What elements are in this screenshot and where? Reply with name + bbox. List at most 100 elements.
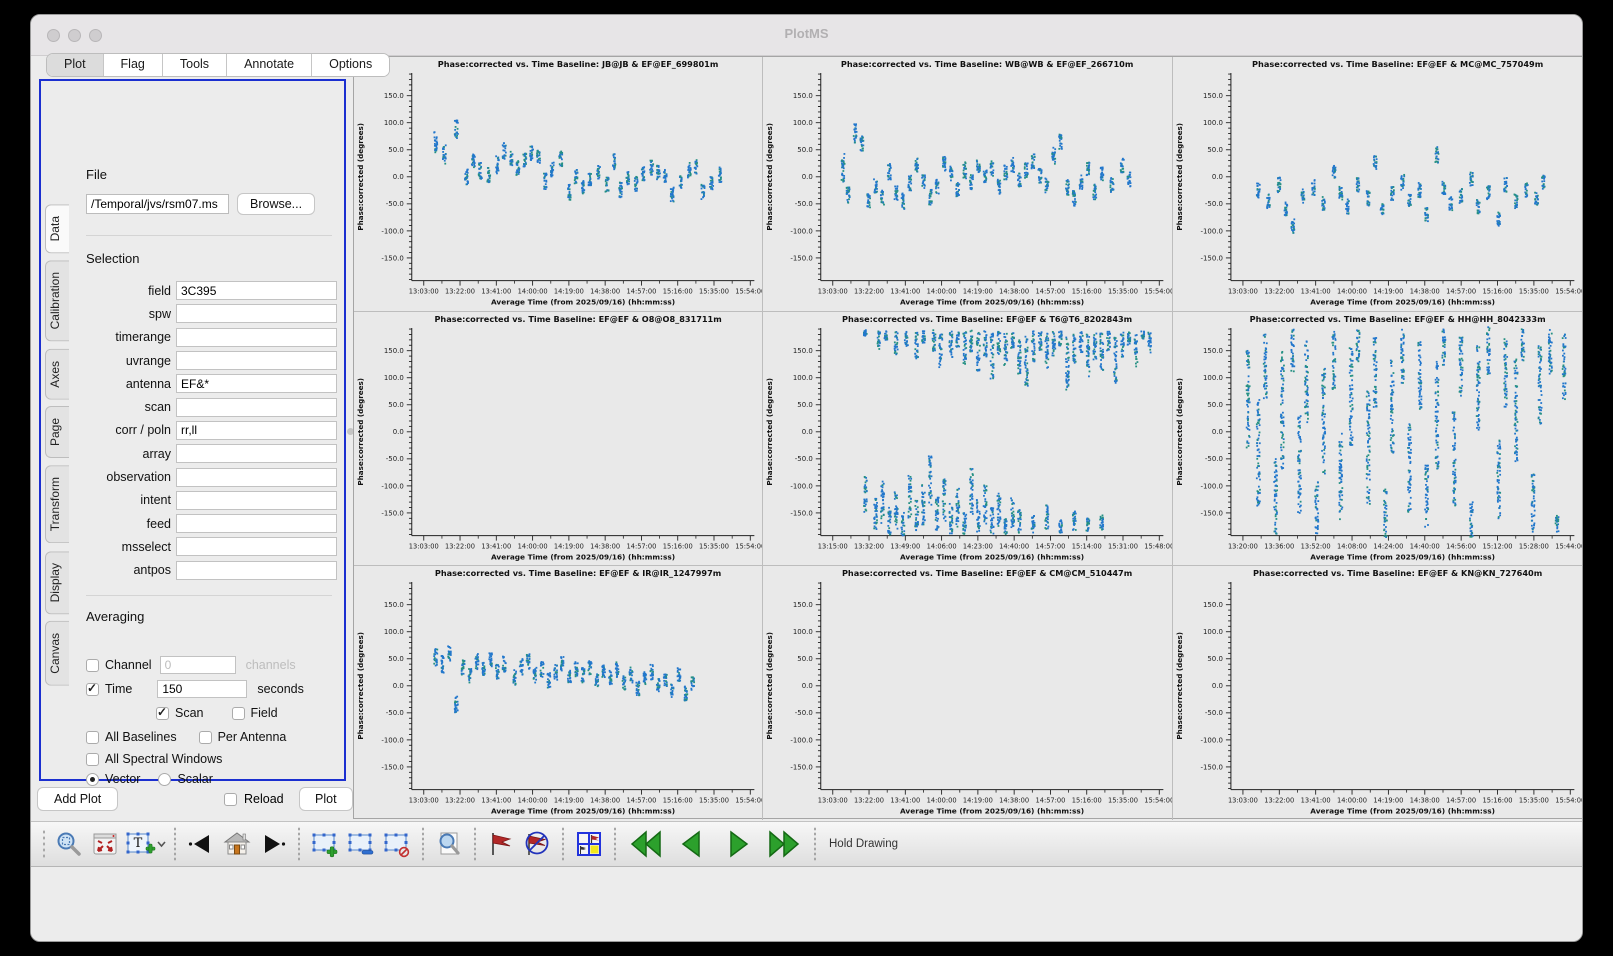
zoom-page-icon[interactable]	[431, 826, 467, 862]
selection-timerange-input[interactable]	[176, 328, 337, 347]
plot-cell-4[interactable]: Phase:corrected vs. Time Baseline: EF@EF…	[354, 312, 763, 567]
back-icon[interactable]	[183, 826, 219, 862]
first-plot-icon[interactable]	[623, 826, 669, 862]
sidebar-tab-calibration[interactable]: Calibration	[45, 260, 69, 341]
per-antenna-checkbox[interactable]	[199, 731, 212, 744]
vector-radio[interactable]	[86, 773, 99, 786]
sidebar-tab-display[interactable]: Display	[45, 551, 69, 614]
ms-file-input[interactable]	[86, 194, 229, 214]
selection-scan-input[interactable]	[176, 398, 337, 417]
selection-array-input[interactable]	[176, 444, 337, 463]
svg-text:-100.0: -100.0	[381, 482, 403, 490]
svg-text:Phase:corrected vs. Time Basel: Phase:corrected vs. Time Baseline: EF@EF…	[434, 314, 721, 324]
home-icon[interactable]	[219, 826, 255, 862]
per-antenna-label: Per Antenna	[218, 730, 287, 744]
selection-field-label: antpos	[79, 563, 176, 577]
last-plot-icon[interactable]	[761, 826, 807, 862]
annotate-text-icon[interactable]: T	[123, 826, 167, 862]
unflag-icon[interactable]	[519, 826, 555, 862]
hold-drawing-label[interactable]: Hold Drawing	[829, 838, 898, 850]
channel-average-checkbox[interactable]	[86, 659, 99, 672]
plot-cell-2[interactable]: Phase:corrected vs. Time Baseline: WB@WB…	[763, 57, 1172, 312]
scan-checkbox[interactable]	[156, 707, 169, 720]
browse-button[interactable]: Browse...	[237, 193, 315, 215]
svg-text:14:00:00: 14:00:00	[518, 542, 548, 550]
selection-observation-input[interactable]	[176, 468, 337, 487]
sidebar-tab-page[interactable]: Page	[45, 406, 69, 458]
mark-region-add-icon[interactable]	[307, 826, 343, 862]
time-value-input[interactable]	[157, 680, 247, 698]
sidebar-tab-data[interactable]: Data	[45, 204, 69, 253]
svg-text:50.0: 50.0	[798, 146, 814, 154]
plot-cell-6[interactable]: Phase:corrected vs. Time Baseline: EF@EF…	[1173, 312, 1582, 567]
mark-region-subtract-icon[interactable]	[343, 826, 379, 862]
selection-corrpoln-input[interactable]	[176, 421, 337, 440]
svg-text:50.0: 50.0	[798, 401, 814, 409]
selection-row: antpos	[79, 559, 337, 582]
locate-grid-icon[interactable]	[571, 826, 607, 862]
svg-text:-50.0: -50.0	[386, 455, 404, 463]
scan-label: Scan	[175, 706, 204, 720]
zoom-tool-icon[interactable]	[51, 826, 87, 862]
scalar-radio[interactable]	[158, 773, 171, 786]
sidebar-tab-canvas[interactable]: Canvas	[45, 621, 69, 686]
tab-tools[interactable]: Tools	[163, 54, 227, 76]
svg-text:14:19:00: 14:19:00	[554, 288, 584, 296]
selection-uvrange-input[interactable]	[176, 351, 337, 370]
previous-plot-icon[interactable]	[669, 826, 715, 862]
selection-antpos-input[interactable]	[176, 561, 337, 580]
toolbar-separator	[614, 827, 616, 861]
svg-text:-50.0: -50.0	[386, 200, 404, 208]
toolbar-separator	[174, 827, 176, 861]
all-spectral-windows-label: All Spectral Windows	[105, 752, 222, 766]
selection-row: field	[79, 279, 337, 302]
sidebar-tab-axes[interactable]: Axes	[45, 349, 69, 400]
plot-cell-8[interactable]: Phase:corrected vs. Time Baseline: EF@EF…	[763, 566, 1172, 820]
svg-text:-100.0: -100.0	[1200, 482, 1222, 490]
plot-cell-9[interactable]: Phase:corrected vs. Time Baseline: EF@EF…	[1173, 566, 1582, 820]
all-baselines-checkbox[interactable]	[86, 731, 99, 744]
plot-cell-1[interactable]: Phase:corrected vs. Time Baseline: JB@JB…	[354, 57, 763, 312]
time-average-checkbox[interactable]	[86, 683, 99, 696]
plot-cell-5[interactable]: Phase:corrected vs. Time Baseline: EF@EF…	[763, 312, 1172, 567]
selection-field-label: feed	[79, 517, 176, 531]
toolbar-grip[interactable]	[41, 829, 47, 859]
selection-spw-input[interactable]	[176, 304, 337, 323]
tab-annotate[interactable]: Annotate	[227, 54, 312, 76]
selection-field-input[interactable]	[176, 281, 337, 300]
plot-button[interactable]: Plot	[299, 787, 353, 811]
expand-window-icon[interactable]	[87, 826, 123, 862]
plot-cell-3[interactable]: Phase:corrected vs. Time Baseline: EF@EF…	[1173, 57, 1582, 312]
svg-text:14:57:00: 14:57:00	[626, 288, 656, 296]
toolbar-separator	[298, 827, 300, 861]
sidebar-tab-transform[interactable]: Transform	[45, 465, 69, 543]
plot-cell-7[interactable]: Phase:corrected vs. Time Baseline: EF@EF…	[354, 566, 763, 820]
selection-intent-input[interactable]	[176, 491, 337, 510]
flag-icon[interactable]	[483, 826, 519, 862]
svg-text:50.0: 50.0	[388, 401, 404, 409]
channel-value-input[interactable]	[160, 656, 236, 674]
mark-region-clear-icon[interactable]	[379, 826, 415, 862]
svg-text:50.0: 50.0	[1207, 401, 1223, 409]
svg-text:14:38:00: 14:38:00	[590, 288, 620, 296]
tab-plot[interactable]: Plot	[47, 54, 104, 76]
tab-flag[interactable]: Flag	[104, 54, 163, 76]
tab-options[interactable]: Options	[312, 54, 389, 76]
forward-icon[interactable]	[255, 826, 291, 862]
selection-field-label: array	[79, 447, 176, 461]
selection-msselect-input[interactable]	[176, 537, 337, 556]
svg-text:Average Time (from 2025/09/16): Average Time (from 2025/09/16) (hh:mm:ss…	[900, 552, 1084, 561]
selection-antenna-input[interactable]	[176, 374, 337, 393]
next-plot-icon[interactable]	[715, 826, 761, 862]
reload-checkbox[interactable]	[224, 793, 237, 806]
all-spectral-windows-checkbox[interactable]	[86, 753, 99, 766]
svg-text:14:19:00: 14:19:00	[554, 542, 584, 550]
averaging-controls: Channel channels Time seconds Scan Field…	[86, 653, 338, 789]
add-plot-button[interactable]: Add Plot	[37, 787, 118, 811]
svg-text:Average Time (from 2025/09/16): Average Time (from 2025/09/16) (hh:mm:ss…	[491, 298, 675, 307]
selection-feed-input[interactable]	[176, 514, 337, 533]
field-checkbox[interactable]	[232, 707, 245, 720]
averaging-section-label: Averaging	[86, 609, 144, 624]
vector-label: Vector	[105, 772, 140, 786]
svg-text:150.0: 150.0	[384, 347, 404, 355]
